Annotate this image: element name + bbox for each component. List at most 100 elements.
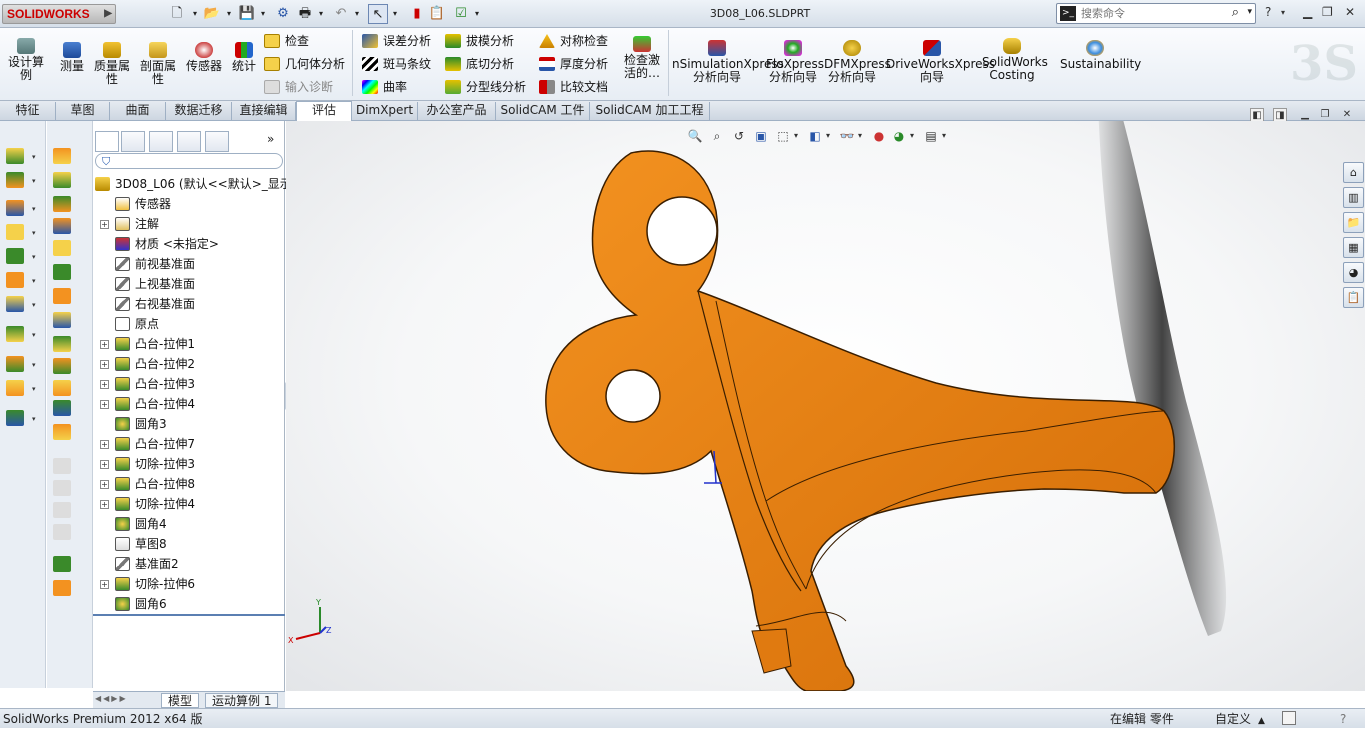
apply-scene-dropdown-icon[interactable]: ▾ bbox=[908, 127, 916, 145]
help-icon[interactable]: ? bbox=[1265, 5, 1271, 19]
apply-scene-icon[interactable]: ◕ bbox=[890, 127, 908, 145]
expand-toggle-icon[interactable]: + bbox=[100, 360, 109, 369]
hole-wizard-icon[interactable] bbox=[6, 296, 24, 312]
display-style-dropdown-icon[interactable]: ▾ bbox=[824, 127, 832, 145]
split-icon[interactable] bbox=[53, 458, 71, 474]
dome-icon[interactable] bbox=[53, 288, 71, 304]
view-settings-dropdown-icon[interactable]: ▾ bbox=[940, 127, 948, 145]
reference-geometry-icon[interactable] bbox=[6, 356, 24, 372]
tab-office-products[interactable]: 办公室产品 bbox=[418, 102, 496, 120]
toolbar-dropdown-icon[interactable]: ▾ bbox=[32, 277, 36, 285]
toolbar-dropdown-icon[interactable]: ▾ bbox=[32, 301, 36, 309]
expand-toggle-icon[interactable]: + bbox=[100, 500, 109, 509]
tab-sketch[interactable]: 草图 bbox=[56, 102, 110, 120]
design-study-button[interactable]: 设计算例 bbox=[6, 38, 46, 82]
doc-restore-icon[interactable]: ❐ bbox=[1318, 108, 1332, 122]
tree-item[interactable]: 圆角4 bbox=[115, 514, 167, 534]
rebuild-icon[interactable]: ⚙ bbox=[274, 4, 292, 24]
geometry-analysis-button[interactable]: 几何体分析 bbox=[264, 56, 345, 72]
options-icon[interactable]: ☑ bbox=[452, 4, 470, 24]
expand-toggle-icon[interactable]: + bbox=[100, 580, 109, 589]
tree-filter[interactable]: ⛉ bbox=[95, 153, 283, 169]
tree-item[interactable]: 右视基准面 bbox=[115, 294, 195, 314]
options-dropdown-icon[interactable]: ▾ bbox=[472, 4, 482, 24]
new-document-icon[interactable]: 🗋 bbox=[168, 4, 186, 24]
flex-icon[interactable] bbox=[53, 336, 71, 352]
extruded-cut-icon[interactable] bbox=[6, 272, 24, 288]
toolbar-dropdown-icon[interactable]: ▾ bbox=[32, 177, 36, 185]
display-style-icon[interactable]: ◧ bbox=[806, 127, 824, 145]
rib-icon[interactable] bbox=[53, 196, 71, 212]
hide-show-dropdown-icon[interactable]: ▾ bbox=[856, 127, 864, 145]
tree-item[interactable]: + 切除-拉伸4 bbox=[100, 494, 195, 514]
point-icon[interactable] bbox=[53, 556, 71, 572]
extruded-boss-icon[interactable] bbox=[6, 148, 24, 164]
compare-documents-button[interactable]: 比较文档 bbox=[539, 79, 608, 95]
tile-left-icon[interactable]: ◧ bbox=[1250, 108, 1264, 122]
toolbar-dropdown-icon[interactable]: ▾ bbox=[32, 361, 36, 369]
zoom-to-fit-icon[interactable]: 🔍 bbox=[686, 127, 704, 145]
tab-scroll-arrows-icon[interactable]: ◀◀▶▶ bbox=[95, 694, 128, 703]
search-dropdown-icon[interactable]: ▾ bbox=[1247, 7, 1252, 17]
curves-icon[interactable] bbox=[6, 380, 24, 396]
tree-item[interactable]: 原点 bbox=[115, 314, 159, 334]
toolbar-dropdown-icon[interactable]: ▾ bbox=[32, 205, 36, 213]
combine-icon[interactable] bbox=[53, 424, 71, 440]
minimize-icon[interactable]: ▁ bbox=[1303, 5, 1312, 19]
toolbar-dropdown-icon[interactable]: ▾ bbox=[32, 385, 36, 393]
tree-root-part[interactable]: 3D08_L06 (默认<<默认>_显示 bbox=[95, 174, 292, 194]
tree-item[interactable]: 草图8 bbox=[115, 534, 167, 554]
print-dropdown-icon[interactable]: ▾ bbox=[316, 4, 326, 24]
expand-toggle-icon[interactable]: + bbox=[100, 440, 109, 449]
import-diagnostics-button[interactable]: 输入诊断 bbox=[264, 79, 333, 95]
freeform-icon[interactable] bbox=[53, 380, 71, 396]
help-dropdown-icon[interactable]: ▾ bbox=[1281, 8, 1285, 17]
undo-dropdown-icon[interactable]: ▾ bbox=[352, 4, 362, 24]
doc-close-icon[interactable]: ✕ bbox=[1340, 108, 1354, 122]
expand-toggle-icon[interactable]: + bbox=[100, 380, 109, 389]
fillet-icon[interactable] bbox=[53, 148, 71, 164]
linear-pattern-icon[interactable] bbox=[6, 326, 24, 342]
file-explorer-icon[interactable]: 📁 bbox=[1343, 212, 1364, 233]
expand-toggle-icon[interactable]: + bbox=[100, 340, 109, 349]
file-properties-icon[interactable]: 📋 bbox=[428, 4, 446, 24]
expand-panel-icon[interactable]: » bbox=[267, 132, 274, 146]
open-folder-icon[interactable]: 📂 bbox=[202, 4, 222, 24]
tree-item[interactable]: + 注解 bbox=[100, 214, 159, 234]
edit-appearance-icon[interactable]: ● bbox=[870, 127, 888, 145]
tab-direct-edit[interactable]: 直接编辑 bbox=[232, 102, 296, 120]
toolbar-dropdown-icon[interactable]: ▾ bbox=[32, 415, 36, 423]
driveworksxpress-button[interactable]: DriveWorksXpress 向导 bbox=[886, 40, 995, 84]
tab-surfaces[interactable]: 曲面 bbox=[110, 102, 166, 120]
section-properties-button[interactable]: 剖面属性 bbox=[138, 42, 178, 86]
custom-properties-icon[interactable]: 📋 bbox=[1343, 287, 1364, 308]
doc-minimize-icon[interactable]: ▁ bbox=[1298, 108, 1312, 122]
mass-properties-button[interactable]: 质量属性 bbox=[92, 42, 132, 86]
search-icon[interactable]: ⌕ bbox=[1232, 5, 1239, 20]
tile-right-icon[interactable]: ◨ bbox=[1273, 108, 1287, 122]
tree-item[interactable]: 前视基准面 bbox=[115, 254, 195, 274]
configurationmanager-tab-icon[interactable] bbox=[149, 131, 173, 152]
expand-toggle-icon[interactable]: + bbox=[100, 220, 109, 229]
symmetry-check-button[interactable]: 对称检查 bbox=[539, 33, 608, 49]
draft-analysis-button[interactable]: 拔模分析 bbox=[445, 33, 514, 49]
expand-toggle-icon[interactable]: + bbox=[100, 480, 109, 489]
model-tab[interactable]: 模型 bbox=[161, 693, 200, 708]
tree-item[interactable]: + 凸台-拉伸4 bbox=[100, 394, 195, 414]
check-button[interactable]: 检查 bbox=[264, 33, 309, 49]
measure-button[interactable]: 测量 bbox=[56, 42, 88, 73]
view-orientation-icon[interactable]: ⬚ bbox=[774, 127, 792, 145]
toolbar-dropdown-icon[interactable]: ▾ bbox=[32, 153, 36, 161]
instant3d-icon[interactable] bbox=[6, 410, 24, 426]
solidworks-logo[interactable]: SOLIDWORKS ▶ bbox=[2, 4, 116, 24]
deform-icon[interactable] bbox=[53, 358, 71, 374]
view-orientation-dropdown-icon[interactable]: ▾ bbox=[792, 127, 800, 145]
new-dropdown-icon[interactable]: ▾ bbox=[190, 4, 200, 24]
simulationxpress-button[interactable]: nSimulationXpress 分析向导 bbox=[672, 40, 784, 84]
tree-item[interactable]: 基准面2 bbox=[115, 554, 179, 574]
status-units[interactable]: 自定义 bbox=[1215, 711, 1251, 727]
select-arrow-icon[interactable]: ↖ bbox=[368, 4, 388, 24]
tree-item[interactable]: + 凸台-拉伸7 bbox=[100, 434, 195, 454]
select-dropdown-icon[interactable]: ▾ bbox=[390, 4, 400, 24]
floxpress-button[interactable]: FloXpress 分析向导 bbox=[766, 40, 824, 84]
